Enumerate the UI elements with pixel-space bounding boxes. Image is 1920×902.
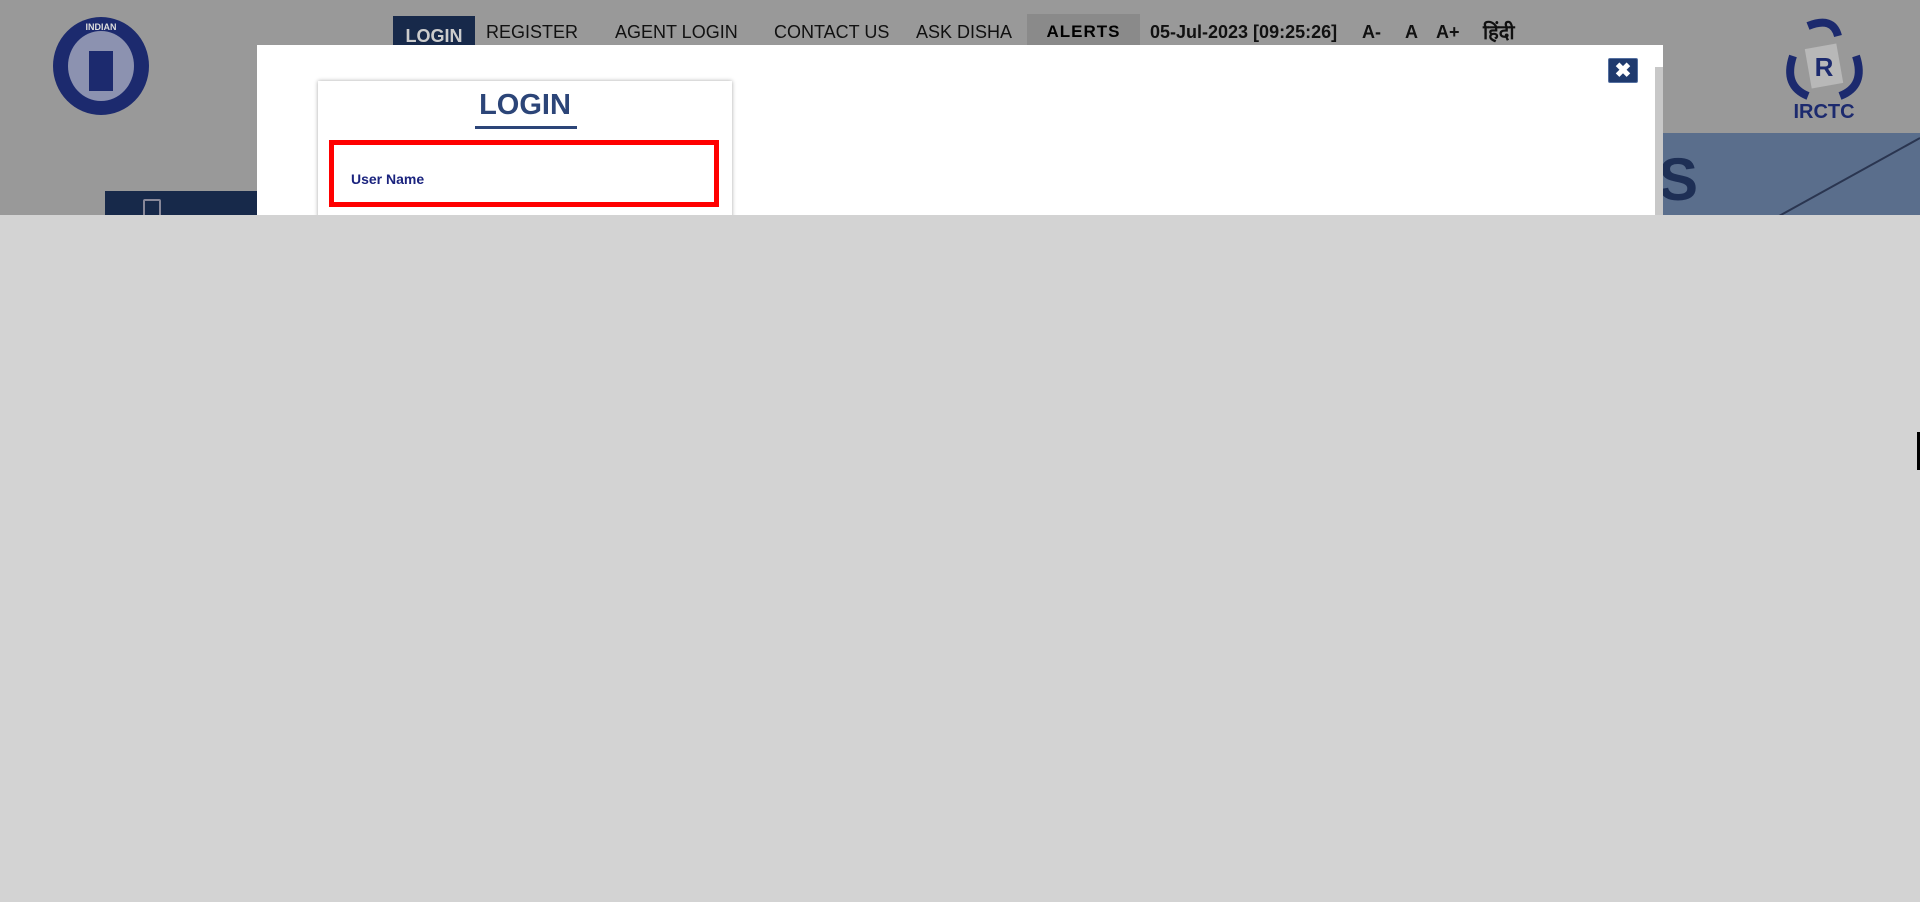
font-decrease[interactable]: A- [1362, 22, 1381, 43]
indian-railways-logo[interactable]: INDIAN [49, 16, 153, 116]
login-title: LOGIN [479, 89, 571, 121]
sidebar-menu-item[interactable] [105, 191, 265, 215]
svg-text:INDIAN: INDIAN [86, 22, 117, 32]
irctc-logo[interactable]: R IRCTC [1778, 16, 1870, 124]
username-label: User Name [351, 171, 425, 187]
language-hindi[interactable]: हिंदी [1483, 18, 1515, 45]
banner: S [1660, 133, 1920, 215]
svg-text:R: R [1815, 52, 1834, 82]
nav-agent-login[interactable]: AGENT LOGIN [615, 22, 738, 43]
nav-register[interactable]: REGISTER [486, 22, 578, 43]
login-modal: ✖ LOGIN User Name [257, 45, 1663, 215]
nav-alerts[interactable]: ALERTS [1027, 14, 1140, 48]
font-increase[interactable]: A+ [1436, 22, 1460, 43]
close-icon[interactable]: ✖ [1608, 58, 1638, 83]
username-field[interactable]: User Name [329, 140, 719, 207]
svg-text:IRCTC: IRCTC [1793, 101, 1854, 123]
font-normal[interactable]: A [1405, 22, 1418, 43]
login-card: LOGIN User Name [318, 81, 732, 215]
nav-contact-us[interactable]: CONTACT US [774, 22, 889, 43]
title-underline [475, 126, 577, 129]
modal-scrollbar[interactable] [1655, 67, 1663, 215]
header: INDIAN LOGIN REGISTER AGENT LOGIN CONTAC… [0, 0, 1920, 215]
datetime: 05-Jul-2023 [09:25:26] [1150, 22, 1338, 42]
clipboard-icon [143, 199, 161, 215]
nav-ask-disha[interactable]: ASK DISHA [916, 22, 1012, 43]
